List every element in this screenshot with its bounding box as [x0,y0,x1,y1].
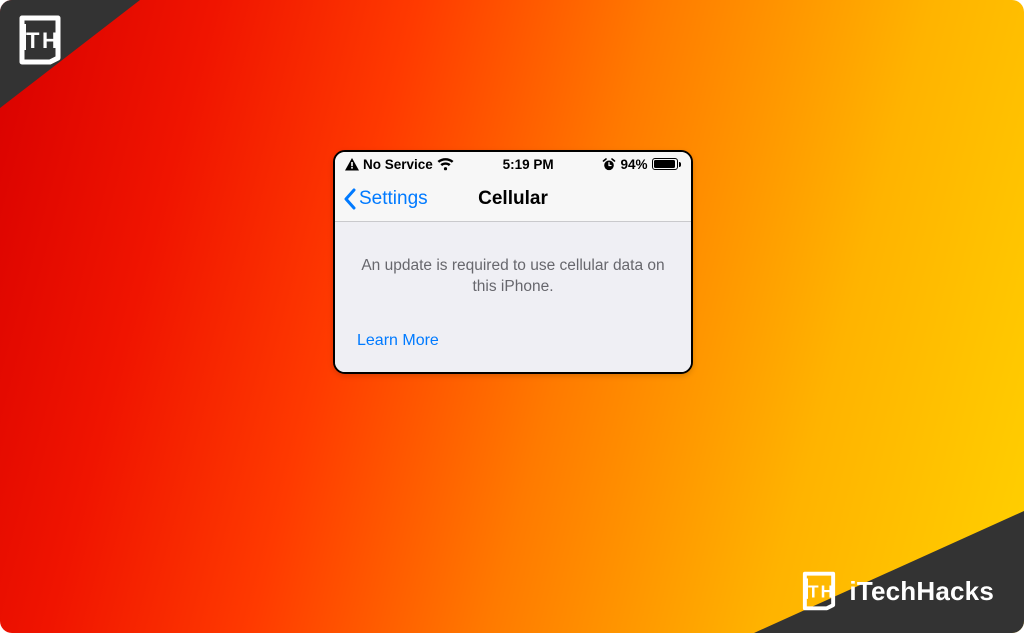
status-bar: No Service 5:19 PM 94% [335,152,691,176]
svg-text:T: T [808,581,819,601]
ios-settings-card: No Service 5:19 PM 94% [333,150,693,374]
nav-bar: Settings Cellular [335,176,691,222]
alarm-clock-icon [602,158,616,171]
back-label: Settings [359,188,428,210]
svg-text:H: H [821,581,833,601]
warning-icon [345,158,359,171]
wifi-icon [437,158,454,171]
status-time: 5:19 PM [454,157,603,172]
chevron-left-icon [343,188,357,210]
learn-more-link[interactable]: Learn More [357,332,669,350]
svg-text:H: H [42,28,58,53]
update-required-message: An update is required to use cellular da… [357,256,669,298]
brand-name-text: iTechHacks [849,576,994,607]
content-area: An update is required to use cellular da… [335,222,691,372]
back-button[interactable]: Settings [343,188,428,210]
battery-icon [652,158,682,170]
svg-text:T: T [26,28,40,53]
service-status-text: No Service [363,157,433,172]
brand-logo-bottom-right: T H iTechHacks [797,569,994,613]
brand-logo-top-left: T H [12,12,68,73]
image-canvas: T H T H iTechHacks No Se [0,0,1024,633]
battery-percent-text: 94% [620,157,647,172]
